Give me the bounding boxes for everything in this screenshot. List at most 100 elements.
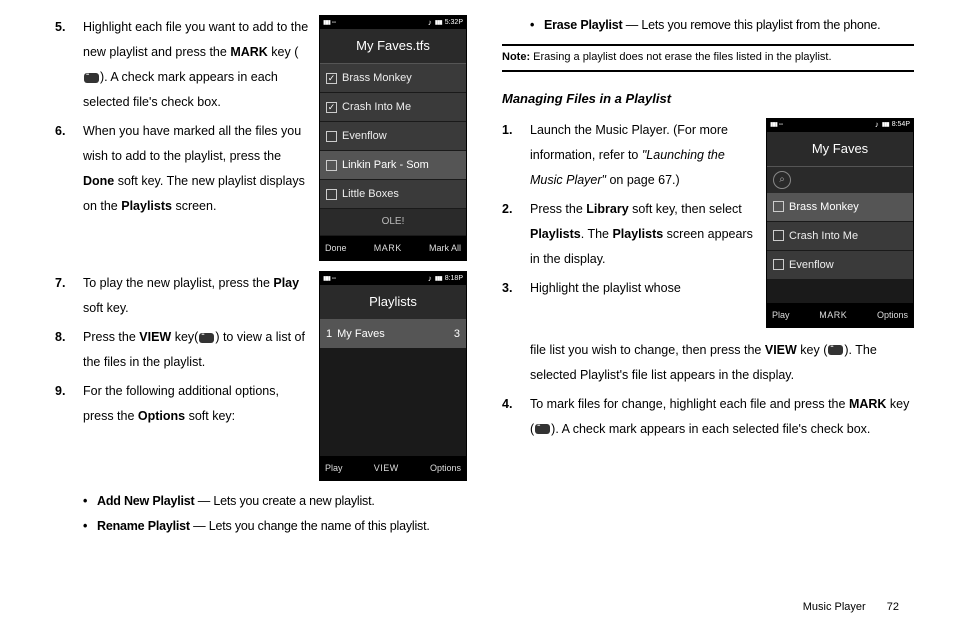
music-icon xyxy=(428,271,432,287)
list-item: Brass Monkey xyxy=(767,193,913,222)
phone-status-bar: 5:32P xyxy=(320,16,466,29)
footer-section: Music Player xyxy=(803,601,866,613)
step-text: file list you wish to change, then press… xyxy=(530,338,914,388)
phone-status-bar: 8:18P xyxy=(320,272,466,285)
checkbox-icon xyxy=(326,160,337,171)
list-item: Little Boxes xyxy=(320,180,466,209)
softkey-mark: MARK xyxy=(374,239,402,257)
step-text: When you have marked all the files you w… xyxy=(83,119,309,219)
step-text: Highlight each file you want to add to t… xyxy=(83,15,309,115)
softkey-options: Options xyxy=(877,306,908,324)
step-4: 4. To mark files for change, highlight e… xyxy=(502,392,914,442)
step-text: For the following additional options, pr… xyxy=(83,379,309,429)
row-number: 1 xyxy=(326,323,332,345)
bullet-icon: • xyxy=(83,516,97,537)
bullet-icon: • xyxy=(530,15,544,36)
music-icon xyxy=(875,117,879,133)
checkbox-icon xyxy=(326,73,337,84)
step-6: 6. When you have marked all the files yo… xyxy=(55,119,309,219)
step-8: 8. Press the VIEW key() to view a list o… xyxy=(55,325,309,375)
bullet-rename-playlist: • Rename Playlist — Lets you change the … xyxy=(55,516,467,537)
phone-title: My Faves.tfs xyxy=(320,29,466,64)
bullet-erase-playlist: • Erase Playlist — Lets you remove this … xyxy=(502,15,914,36)
step-7: 7. To play the new playlist, press the P… xyxy=(55,271,309,321)
step-5: 5. Highlight each file you want to add t… xyxy=(55,15,309,115)
step-number: 9. xyxy=(55,379,83,429)
list-item: Evenflow xyxy=(320,122,466,151)
status-icon xyxy=(332,272,336,286)
list-item: Brass Monkey xyxy=(320,64,466,93)
note-box: Note: Erasing a playlist does not erase … xyxy=(502,44,914,71)
signal-icon xyxy=(323,16,330,30)
softkey-play: Play xyxy=(772,306,790,324)
phone-screenshot-my-faves: 8:54P My Faves ⌕ Brass Monkey Crash Into… xyxy=(766,118,914,328)
step-number: 5. xyxy=(55,15,83,115)
phone-screenshot-faves-tfs: 5:32P My Faves.tfs Brass Monkey Crash In… xyxy=(319,15,467,261)
phone-time: 5:32P xyxy=(445,16,463,30)
step-2: 2. Press the Library soft key, then sele… xyxy=(502,197,756,272)
step-number: 2. xyxy=(502,197,530,272)
battery-icon xyxy=(882,118,889,132)
row-label: My Faves xyxy=(337,323,385,345)
softkey-view: VIEW xyxy=(374,459,399,477)
phone-title: Playlists xyxy=(320,285,466,320)
softkey-mark-all: Mark All xyxy=(429,239,461,257)
status-icon xyxy=(332,16,336,30)
bullet-icon: • xyxy=(83,491,97,512)
list-item: Evenflow xyxy=(767,251,913,280)
battery-icon xyxy=(435,272,442,286)
page-footer: Music Player 72 xyxy=(803,596,899,618)
search-strip: ⌕ xyxy=(767,167,913,193)
step-3-partial: 3. Highlight the playlist whose xyxy=(502,276,756,301)
step-text: Press the VIEW key() to view a list of t… xyxy=(83,325,309,375)
page-number: 72 xyxy=(887,601,899,613)
battery-icon xyxy=(435,16,442,30)
key-icon xyxy=(535,424,550,434)
key-icon xyxy=(828,345,843,355)
signal-icon xyxy=(770,118,777,132)
key-icon xyxy=(199,333,214,343)
softkey-done: Done xyxy=(325,239,347,257)
right-column: • Erase Playlist — Lets you remove this … xyxy=(502,15,914,542)
signal-icon xyxy=(323,272,330,286)
step-number: 6. xyxy=(55,119,83,219)
checkbox-icon xyxy=(326,131,337,142)
phone-body: Brass Monkey Crash Into Me Evenflow Link… xyxy=(320,64,466,236)
step-number: 7. xyxy=(55,271,83,321)
step-number: 8. xyxy=(55,325,83,375)
section-heading: Managing Files in a Playlist xyxy=(502,86,914,112)
bullet-add-playlist: • Add New Playlist — Lets you create a n… xyxy=(55,491,467,512)
phone-body: 1 My Faves 3 xyxy=(320,320,466,456)
left-column: 5. Highlight each file you want to add t… xyxy=(55,15,467,542)
list-item: Crash Into Me xyxy=(767,222,913,251)
step-text: Highlight the playlist whose xyxy=(530,276,756,301)
step-text: To play the new playlist, press the Play… xyxy=(83,271,309,321)
phone-title: My Faves xyxy=(767,132,913,167)
row-count: 3 xyxy=(454,323,460,345)
checkbox-icon xyxy=(773,259,784,270)
checkbox-icon xyxy=(326,102,337,113)
step-text: Launch the Music Player. (For more infor… xyxy=(530,118,756,193)
phone-status-bar: 8:54P xyxy=(767,119,913,132)
softkey-mark: MARK xyxy=(819,306,847,324)
phone-time: 8:54P xyxy=(892,118,910,132)
step-3: file list you wish to change, then press… xyxy=(502,338,914,388)
checkbox-icon xyxy=(326,189,337,200)
step-number: 3. xyxy=(502,276,530,301)
key-icon xyxy=(84,73,99,83)
step-number: 1. xyxy=(502,118,530,193)
list-item: Linkin Park - Som xyxy=(320,151,466,180)
softkey-play: Play xyxy=(325,459,343,477)
phone-softkeys: Done MARK Mark All xyxy=(320,236,466,260)
footer-label: OLE! xyxy=(320,209,466,236)
music-icon xyxy=(428,15,432,31)
phone-time: 8:18P xyxy=(445,272,463,286)
list-item: Crash Into Me xyxy=(320,93,466,122)
phone-screenshot-playlists: 8:18P Playlists 1 My Faves 3 Play VIEW O… xyxy=(319,271,467,481)
softkey-options: Options xyxy=(430,459,461,477)
checkbox-icon xyxy=(773,201,784,212)
step-number-blank xyxy=(502,338,530,388)
phone-softkeys: Play MARK Options xyxy=(767,303,913,327)
step-9: 9. For the following additional options,… xyxy=(55,379,309,429)
checkbox-icon xyxy=(773,230,784,241)
